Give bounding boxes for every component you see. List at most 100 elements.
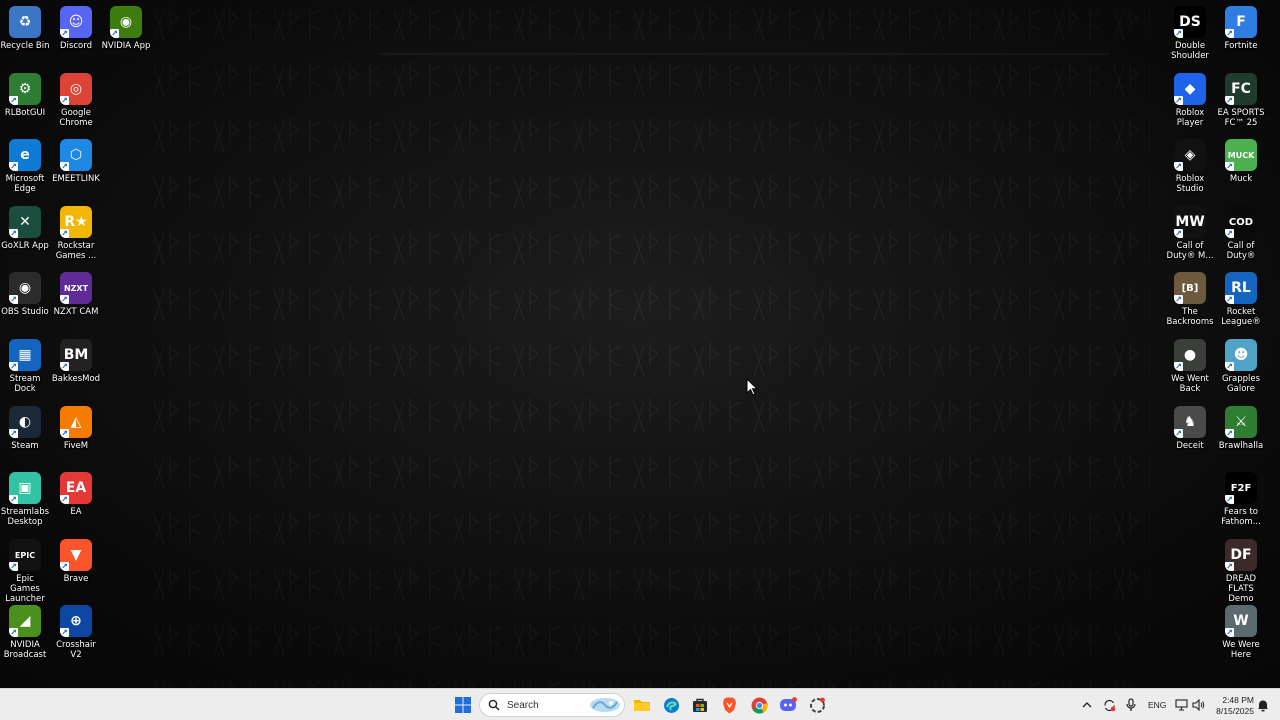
- grapples-galore-icon: ☻ ↗: [1225, 339, 1257, 371]
- shortcut-arrow-icon: ↗: [9, 229, 18, 238]
- edge-taskbar-button[interactable]: [659, 693, 683, 717]
- taskbar-search-box[interactable]: Search: [479, 693, 625, 717]
- desktop-shortcut[interactable]: F ↗ Fortnite: [1216, 4, 1266, 66]
- roblox-player-icon: ◆ ↗: [1174, 73, 1206, 105]
- shortcut-arrow-icon: ↗: [60, 362, 69, 371]
- desktop[interactable]: ♻ Recycle Bin ⚙ ↗ RLBotGUI e ↗ Microsoft Edge ✕ ↗…: [0, 0, 1280, 688]
- desktop-shortcut[interactable]: ▼ ↗ Brave: [51, 537, 101, 599]
- desktop-shortcut[interactable]: RL ↗ Rocket League®: [1216, 270, 1266, 332]
- desktop-shortcut[interactable]: ⬡ ↗ EMEETLINK: [51, 137, 101, 199]
- desktop-shortcut[interactable]: DS ↗ Double Shoulder: [1165, 4, 1215, 66]
- notification-center-button[interactable]: [1253, 693, 1273, 717]
- desktop-shortcut-label: Crosshair V2: [56, 640, 96, 660]
- file-explorer-button[interactable]: [630, 693, 654, 717]
- chrome-taskbar-button[interactable]: [747, 693, 771, 717]
- double-shoulder-icon: DS ↗: [1174, 6, 1206, 38]
- store-icon: [693, 698, 707, 712]
- desktop-shortcut[interactable]: MUCK ↗ Muck: [1216, 137, 1266, 199]
- desktop-shortcut[interactable]: ⊕ ↗ Crosshair V2: [51, 603, 101, 665]
- desktop-shortcut-label: Rockstar Games ...: [55, 241, 97, 261]
- taskbar: Search ENG 2:48 PM 8/15/2025: [0, 688, 1280, 720]
- desktop-shortcut-label: We Were Here: [1222, 640, 1260, 660]
- cod-icon: COD ↗: [1225, 206, 1257, 238]
- we-were-here-icon: W ↗: [1225, 605, 1257, 637]
- desktop-shortcut[interactable]: ◉ ↗ OBS Studio: [0, 270, 50, 332]
- desktop-shortcut[interactable]: ☻ ↗ Grapples Galore: [1216, 337, 1266, 399]
- search-icon: [488, 699, 500, 711]
- desktop-shortcut-label: FiveM: [63, 441, 89, 451]
- desktop-shortcut[interactable]: R★ ↗ Rockstar Games ...: [51, 204, 101, 266]
- shortcut-arrow-icon: ↗: [1174, 29, 1183, 38]
- app-taskbar-button[interactable]: [805, 693, 829, 717]
- desktop-shortcut-label: Stream Dock: [9, 374, 41, 394]
- desktop-shortcut[interactable]: ◆ ↗ Roblox Player: [1165, 71, 1215, 133]
- clock[interactable]: 2:48 PM 8/15/2025: [1210, 692, 1254, 718]
- shortcut-arrow-icon: ↗: [1225, 96, 1234, 105]
- desktop-shortcut[interactable]: e ↗ Microsoft Edge: [0, 137, 50, 199]
- desktop-shortcut[interactable]: ◎ ↗ Google Chrome: [51, 71, 101, 133]
- desktop-shortcut-label: BakkesMod: [51, 374, 101, 384]
- desktop-shortcut[interactable]: F2F ↗ Fears to Fathom...: [1216, 470, 1266, 532]
- brave-taskbar-button[interactable]: [717, 693, 741, 717]
- spinner-app-icon: [809, 697, 825, 713]
- desktop-shortcut[interactable]: [B] ↗ The Backrooms: [1165, 270, 1215, 332]
- shortcut-arrow-icon: ↗: [1225, 495, 1234, 504]
- chevron-up-icon: [1082, 702, 1092, 708]
- shortcut-arrow-icon: ↗: [1225, 562, 1234, 571]
- show-hidden-icons-button[interactable]: [1076, 693, 1098, 717]
- ea-sports-fc-icon: FC ↗: [1225, 73, 1257, 105]
- desktop-shortcut-label: EA SPORTS FC™ 25: [1217, 108, 1265, 128]
- desktop-shortcut[interactable]: NZXT ↗ NZXT CAM: [51, 270, 101, 332]
- input-language[interactable]: ENG: [1148, 700, 1166, 710]
- desktop-shortcut[interactable]: ♻ Recycle Bin: [0, 4, 50, 66]
- desktop-shortcut[interactable]: BM ↗ BakkesMod: [51, 337, 101, 399]
- desktop-shortcut[interactable]: ◐ ↗ Steam: [0, 404, 50, 466]
- desktop-shortcut-label: NZXT CAM: [53, 307, 99, 317]
- desktop-shortcut[interactable]: DF ↗ DREAD FLATS Demo: [1216, 537, 1266, 604]
- clock-date: 8/15/2025: [1216, 706, 1254, 716]
- desktop-shortcut[interactable]: ✕ ↗ GoXLR App: [0, 204, 50, 266]
- fivem-icon: ◭ ↗: [60, 406, 92, 438]
- chrome-icon: [751, 697, 768, 714]
- roblox-studio-icon: ◈ ↗: [1174, 139, 1206, 171]
- store-taskbar-button[interactable]: [688, 693, 712, 717]
- sync-tray-button[interactable]: [1098, 693, 1120, 717]
- microphone-icon: [1126, 698, 1136, 711]
- brave-icon: [722, 697, 736, 713]
- desktop-shortcut-label: Steam: [11, 441, 39, 451]
- ea-icon: EA ↗: [60, 472, 92, 504]
- discord-icon: [780, 697, 797, 711]
- shortcut-arrow-icon: ↗: [1174, 295, 1183, 304]
- desktop-shortcut[interactable]: ⚔ ↗ Brawlhalla: [1216, 404, 1266, 466]
- crosshair-icon: ⊕ ↗: [60, 605, 92, 637]
- desktop-shortcut[interactable]: ♞ ↗ Deceit: [1165, 404, 1215, 466]
- desktop-shortcut[interactable]: EPIC ↗ Epic Games Launcher: [0, 537, 50, 604]
- desktop-shortcut-label: Call of Duty®: [1226, 241, 1256, 261]
- discord-taskbar-button[interactable]: [776, 693, 800, 717]
- desktop-shortcut[interactable]: ◢ ↗ NVIDIA Broadcast: [0, 603, 50, 665]
- edge-icon: e ↗: [9, 139, 41, 171]
- desktop-shortcut-label: Fortnite: [1224, 41, 1258, 51]
- desktop-shortcut[interactable]: EA ↗ EA: [51, 470, 101, 532]
- desktop-shortcut[interactable]: ◉ ↗ NVIDIA App: [101, 4, 151, 66]
- shortcut-arrow-icon: ↗: [9, 362, 18, 371]
- desktop-shortcut[interactable]: ☺ ↗ Discord: [51, 4, 101, 66]
- start-button[interactable]: [451, 693, 475, 717]
- desktop-shortcut[interactable]: ▦ ↗ Stream Dock: [0, 337, 50, 399]
- volume-tray-button[interactable]: [1187, 693, 1209, 717]
- desktop-shortcut[interactable]: ◈ ↗ Roblox Studio: [1165, 137, 1215, 199]
- desktop-shortcut[interactable]: W ↗ We Were Here: [1216, 603, 1266, 665]
- desktop-shortcut[interactable]: COD ↗ Call of Duty®: [1216, 204, 1266, 266]
- desktop-shortcut[interactable]: FC ↗ EA SPORTS FC™ 25: [1216, 71, 1266, 133]
- goxlr-icon: ✕ ↗: [9, 206, 41, 238]
- desktop-shortcut[interactable]: ⚙ ↗ RLBotGUI: [0, 71, 50, 133]
- desktop-shortcut[interactable]: ◭ ↗ FiveM: [51, 404, 101, 466]
- desktop-shortcut-label: Microsoft Edge: [5, 174, 45, 194]
- shortcut-arrow-icon: ↗: [60, 295, 69, 304]
- desktop-shortcut[interactable]: MW ↗ Call of Duty® M...: [1165, 204, 1215, 266]
- desktop-shortcut[interactable]: ▣ ↗ Streamlabs Desktop: [0, 470, 50, 532]
- desktop-shortcut[interactable]: ● ↗ We Went Back: [1165, 337, 1215, 399]
- desktop-shortcut-label: NVIDIA App: [101, 41, 151, 51]
- desktop-shortcut-label: Muck: [1229, 174, 1253, 184]
- microphone-tray-button[interactable]: [1120, 693, 1142, 717]
